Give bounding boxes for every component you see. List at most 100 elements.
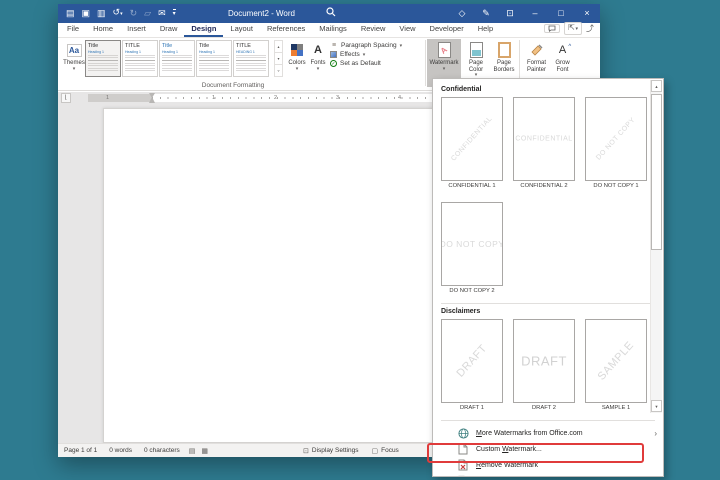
focus-button[interactable]: Focus	[381, 447, 399, 454]
maximize-button[interactable]: □	[548, 4, 574, 23]
style-card-body	[162, 55, 192, 73]
style-card[interactable]: Title Heading 1	[196, 40, 232, 77]
chevron-down-icon: ▾	[295, 65, 299, 72]
watermark-option[interactable]: DRAFT DRAFT 1	[441, 319, 503, 414]
watermark-option[interactable]: CONFIDENTIAL CONFIDENTIAL 1	[441, 97, 503, 192]
submenu-arrow-icon: ›	[654, 428, 657, 438]
macro-icon[interactable]: ▦	[198, 447, 211, 455]
tab-home[interactable]: Home	[86, 22, 120, 37]
premium-diamond-icon[interactable]: ◇	[450, 4, 474, 23]
close-button[interactable]: ×	[574, 4, 600, 23]
set-as-default-button[interactable]: ✓ Set as Default	[330, 60, 402, 67]
watermark-preview-text: DRAFT	[521, 353, 567, 369]
titlebar: ▤ ▣ ▥ ↺▾ ↻ ▱ ✉ ▾ Document2 - Word ◇ ✎ ⊡ …	[58, 4, 600, 23]
menu-scrollbar[interactable]: ▲ ▼	[650, 80, 662, 413]
word-count[interactable]: 0 words	[103, 447, 138, 454]
watermark-option[interactable]: DO NOT COPY DO NOT COPY 2	[441, 202, 503, 297]
watermark-thumbnail[interactable]: SAMPLE	[585, 319, 647, 403]
menu-item-label: Remove Watermark	[476, 461, 538, 469]
gallery-more-icon[interactable]: ▿	[274, 65, 283, 77]
grow-font-icon: A ^	[558, 44, 572, 56]
format-painter-button[interactable]: Format Painter	[523, 39, 550, 83]
style-card[interactable]: TITLE HEADING 1	[233, 40, 269, 77]
display-settings-button[interactable]: Display Settings	[312, 447, 359, 454]
open-icon[interactable]: ▥	[97, 4, 106, 23]
proofing-icon[interactable]: ▤	[186, 447, 199, 455]
share-icon[interactable]: ⇱ ▾	[564, 22, 582, 35]
watermark-thumbnail[interactable]: DRAFT	[513, 319, 575, 403]
minimize-button[interactable]: –	[522, 4, 548, 23]
watermark-thumbnails: DRAFT DRAFT 1 DRAFT DRAFT 2 SAMPLE SAMPLE 1	[441, 319, 651, 414]
tab-draw[interactable]: Draw	[153, 22, 185, 37]
style-card-heading: Heading 1	[199, 50, 215, 54]
watermark-option[interactable]: DRAFT DRAFT 2	[513, 319, 575, 414]
window-title: Document2 - Word	[228, 9, 295, 18]
more-watermarks-from-office-com-menu-item[interactable]: More Watermarks from Office.com ›	[441, 425, 663, 441]
tab-view[interactable]: View	[392, 22, 422, 37]
format-icon: ▱	[144, 8, 152, 18]
watermark-thumbnail[interactable]: CONFIDENTIAL	[513, 97, 575, 181]
remove-watermark-menu-item[interactable]: Remove Watermark	[441, 457, 663, 473]
style-card-body	[199, 55, 229, 73]
style-card[interactable]: Title Heading 1	[159, 40, 195, 77]
tab-design[interactable]: Design	[184, 22, 224, 37]
page-color-button[interactable]: Page Color ▾	[463, 39, 489, 83]
save-icon[interactable]: ▣	[82, 4, 91, 23]
themes-button[interactable]: Aa Themes ▾	[62, 39, 86, 83]
tab-help[interactable]: Help	[471, 22, 500, 37]
scrollbar-thumb[interactable]	[651, 94, 662, 250]
character-count[interactable]: 0 characters	[138, 447, 186, 454]
style-card-body	[125, 55, 155, 73]
colors-button[interactable]: Colors ▾	[286, 39, 308, 83]
custom-watermark-menu-item[interactable]: Custom Watermark...	[441, 441, 663, 457]
customize-qat-icon[interactable]: ▾	[172, 9, 176, 18]
tab-selector[interactable]: ⌊	[61, 93, 71, 103]
grow-font-button[interactable]: A ^ Grow Font	[551, 39, 574, 83]
watermark-option[interactable]: CONFIDENTIAL CONFIDENTIAL 2	[513, 97, 575, 192]
watermark-option[interactable]: DO NOT COPY DO NOT COPY 1	[585, 97, 647, 192]
scroll-up-icon[interactable]: ▲	[651, 80, 662, 92]
ribbon-pin-icon[interactable]: ⤴	[586, 23, 594, 34]
watermark-thumbnails: CONFIDENTIAL CONFIDENTIAL 1 CONFIDENTIAL CO…	[441, 97, 651, 297]
watermark-thumbnail[interactable]: CONFIDENTIAL	[441, 97, 503, 181]
ruler-number: 4	[398, 95, 402, 101]
watermark-thumbnail[interactable]: DRAFT	[441, 319, 503, 403]
tab-references[interactable]: References	[260, 22, 312, 37]
page-indicator[interactable]: Page 1 of 1	[58, 447, 103, 454]
style-card[interactable]: TITLE Heading 1	[122, 40, 158, 77]
style-card-title: TITLE	[236, 43, 251, 49]
comments-icon[interactable]	[544, 24, 561, 33]
page-borders-button[interactable]: Page Borders	[490, 39, 518, 83]
paragraph-spacing-button[interactable]: ≡ Paragraph Spacing ▾	[330, 42, 402, 49]
book-icon[interactable]: ▤	[66, 4, 75, 23]
tab-file[interactable]: File	[60, 22, 86, 37]
effects-button[interactable]: Effects ▾	[330, 51, 402, 58]
tab-insert[interactable]: Insert	[120, 22, 153, 37]
tab-review[interactable]: Review	[354, 22, 393, 37]
ribbon-display-icon[interactable]: ⊡	[498, 4, 522, 23]
style-card[interactable]: Title Heading 1	[85, 40, 121, 77]
watermark-thumbnail[interactable]: DO NOT COPY	[441, 202, 503, 286]
effects-icon	[330, 51, 337, 58]
fonts-button[interactable]: A Fonts ▾	[308, 39, 328, 83]
chevron-down-icon: ▾	[362, 51, 366, 58]
email-icon[interactable]: ✉	[158, 4, 166, 23]
watermark-preview-text: DO NOT COPY	[441, 239, 503, 249]
style-card-heading: HEADING 1	[236, 50, 255, 54]
tab-mailings[interactable]: Mailings	[312, 22, 354, 37]
undo-icon[interactable]: ↺▾	[113, 3, 123, 24]
gallery-up-icon[interactable]: ▴	[274, 40, 283, 53]
document-page[interactable]	[103, 108, 473, 443]
tab-developer[interactable]: Developer	[423, 22, 471, 37]
scroll-down-icon[interactable]: ▼	[651, 400, 662, 412]
menu-item-label: More Watermarks from Office.com	[476, 429, 583, 437]
tab-layout[interactable]: Layout	[223, 22, 260, 37]
display-settings-icon: ⊡	[303, 447, 309, 455]
watermark-option-label: CONFIDENTIAL 1	[448, 183, 496, 189]
watermark-thumbnail[interactable]: DO NOT COPY	[585, 97, 647, 181]
format-painter-label: Format Painter	[526, 60, 546, 73]
pen-icon[interactable]: ✎	[474, 4, 498, 23]
search-icon[interactable]	[326, 7, 336, 17]
gallery-down-icon[interactable]: ▾	[274, 53, 283, 65]
watermark-option[interactable]: SAMPLE SAMPLE 1	[585, 319, 647, 414]
